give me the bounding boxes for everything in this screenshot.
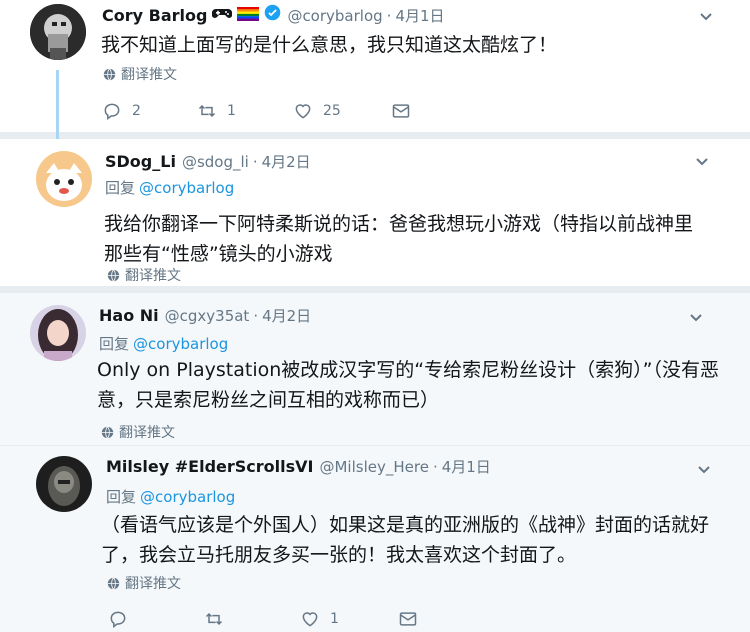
translate-label: 翻译推文 <box>119 425 175 441</box>
heart-icon <box>302 612 318 627</box>
separator-dot: · <box>432 458 438 476</box>
tweet-text: （看语气应该是个外国人）如果这是真的亚洲版的《战神》封面的话就好了，我会立马托朋… <box>101 514 710 566</box>
translate-link[interactable]: 翻译推文 <box>103 64 177 84</box>
chevron-down-icon[interactable] <box>688 309 704 325</box>
like-count: 25 <box>323 103 341 119</box>
like-button[interactable]: 1 <box>300 609 398 629</box>
retweet-icon <box>205 612 223 626</box>
message-button[interactable] <box>391 101 411 121</box>
user-handle[interactable]: @Milsley_Here <box>319 458 428 476</box>
chevron-down-icon[interactable] <box>698 8 714 24</box>
tweet-text: Only on Playstation被改成汉字写的“专给索尼粉丝设计（索狗）”… <box>97 359 719 411</box>
tweet-header: Milsley #ElderScrollsVI @Milsley_Here · … <box>106 456 491 477</box>
user-name[interactable]: Cory Barlog <box>102 6 207 25</box>
translate-link[interactable]: 翻译推文 <box>107 573 181 593</box>
reply-context: 回复 @corybarlog <box>106 486 235 507</box>
globe-icon <box>101 426 114 438</box>
like-count: 1 <box>330 611 339 627</box>
reply-label: 回复 <box>106 488 137 506</box>
tweet-cory-barlog[interactable]: Cory Barlog @corybarlog · 4月1日 我不知道上面写的是… <box>0 0 750 140</box>
retweet-button[interactable] <box>204 609 300 629</box>
tweet-header: SDog_Li @sdog_li · 4月2日 <box>105 151 311 172</box>
chevron-down-icon[interactable] <box>696 461 712 477</box>
tweet-text: 我给你翻译一下阿特柔斯说的话：爸爸我想玩小游戏（特指以前战神里那些有“性感”镜头… <box>104 213 694 265</box>
reply-icon <box>110 611 126 628</box>
rainbow-flag-icon <box>237 6 260 25</box>
retweet-icon <box>198 104 216 118</box>
like-button[interactable]: 25 <box>293 101 391 121</box>
globe-icon <box>107 269 120 281</box>
globe-icon <box>107 577 120 589</box>
envelope-icon <box>392 104 410 118</box>
reply-label: 回复 <box>105 179 136 197</box>
reply-mention[interactable]: @corybarlog <box>139 179 234 197</box>
tweet-time[interactable]: 4月1日 <box>395 5 444 26</box>
gamepad-icon <box>212 6 233 25</box>
tweet-hao-ni[interactable]: Hao Ni @cgxy35at · 4月2日 回复 @corybarlog On… <box>0 293 750 445</box>
avatar[interactable] <box>30 305 86 361</box>
thread-line <box>56 70 59 140</box>
avatar[interactable] <box>36 151 92 207</box>
translate-link[interactable]: 翻译推文 <box>101 422 175 442</box>
message-button[interactable] <box>398 609 418 629</box>
user-name[interactable]: Hao Ni <box>99 306 159 325</box>
tweet-actions: 1 <box>108 608 418 630</box>
user-name[interactable]: SDog_Li <box>105 152 176 171</box>
translate-link[interactable]: 翻译推文 <box>107 265 181 285</box>
globe-icon <box>103 68 116 80</box>
tweet-time[interactable]: 4月2日 <box>262 151 311 172</box>
user-name[interactable]: Milsley #ElderScrollsVI <box>106 457 313 476</box>
reply-mention[interactable]: @corybarlog <box>133 335 228 353</box>
user-handle[interactable]: @cgxy35at <box>165 307 250 325</box>
avatar[interactable] <box>36 456 92 512</box>
tweet-actions: 2 1 25 <box>102 100 411 122</box>
tweet-milsley[interactable]: Milsley #ElderScrollsVI @Milsley_Here · … <box>0 446 750 632</box>
reply-icon <box>104 103 120 120</box>
reply-button[interactable] <box>108 609 204 629</box>
envelope-icon <box>399 612 417 626</box>
reply-label: 回复 <box>99 335 130 353</box>
tweet-sdog-li[interactable]: SDog_Li @sdog_li · 4月2日 回复 @corybarlog 我给… <box>0 139 750 287</box>
translate-label: 翻译推文 <box>121 67 177 83</box>
verified-icon <box>264 4 281 25</box>
user-handle[interactable]: @sdog_li <box>182 153 249 171</box>
tweet-time[interactable]: 4月1日 <box>442 456 491 477</box>
translate-label: 翻译推文 <box>125 576 181 592</box>
reply-count: 2 <box>132 103 141 119</box>
reply-context: 回复 @corybarlog <box>105 177 234 198</box>
translate-label: 翻译推文 <box>125 268 181 284</box>
reply-context: 回复 @corybarlog <box>99 333 228 354</box>
heart-icon <box>295 104 311 119</box>
user-handle[interactable]: @corybarlog <box>287 7 382 25</box>
separator-dot: · <box>386 7 392 25</box>
chevron-down-icon[interactable] <box>694 153 710 169</box>
separator-dot: · <box>253 307 259 325</box>
tweet-header: Hao Ni @cgxy35at · 4月2日 <box>99 305 311 326</box>
separator-dot: · <box>252 153 258 171</box>
reply-button[interactable]: 2 <box>102 101 197 121</box>
tweet-header: Cory Barlog @corybarlog · 4月1日 <box>102 4 445 26</box>
retweet-button[interactable]: 1 <box>197 101 293 121</box>
reply-mention[interactable]: @corybarlog <box>140 488 235 506</box>
tweet-time[interactable]: 4月2日 <box>262 305 311 326</box>
avatar[interactable] <box>30 4 86 60</box>
retweet-count: 1 <box>227 103 236 119</box>
tweet-text: 我不知道上面写的是什么意思，我只知道这太酷炫了！ <box>101 34 558 56</box>
